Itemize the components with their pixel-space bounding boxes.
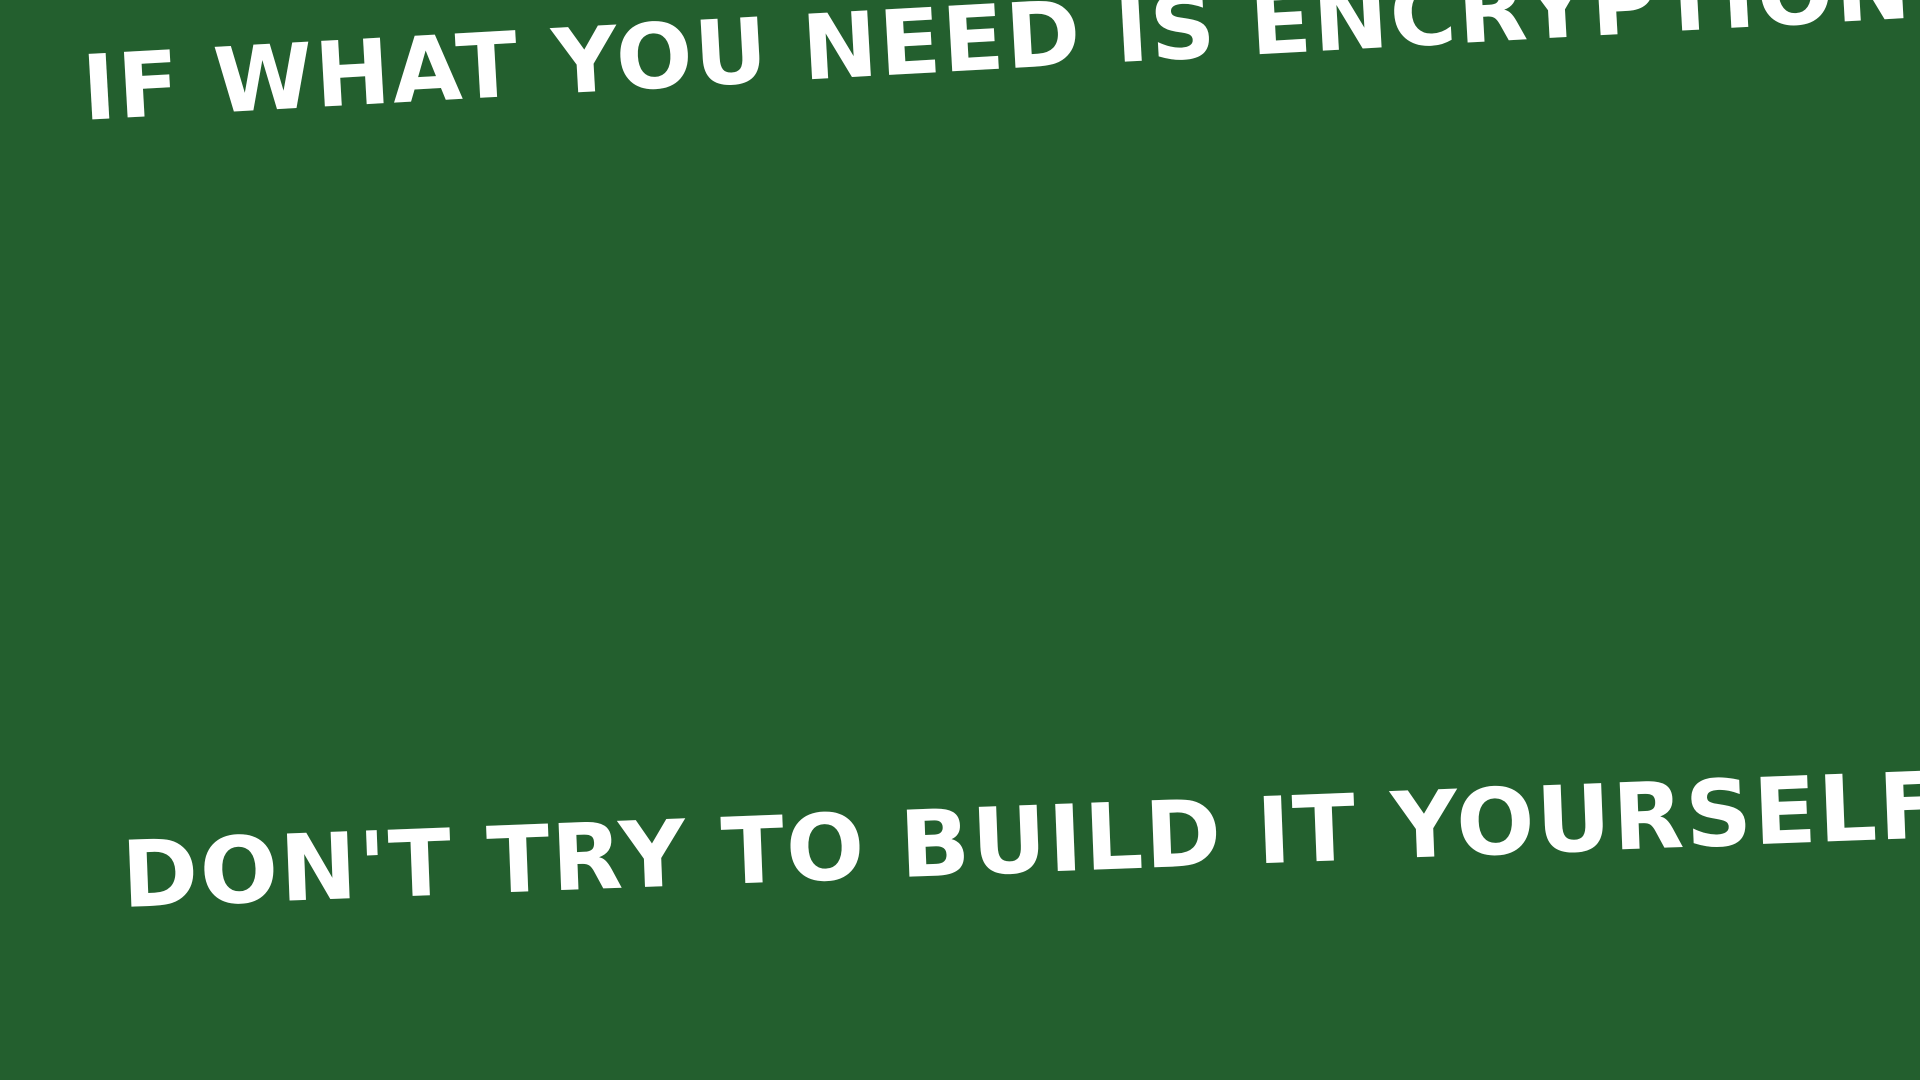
chalkboard-slide: If what you need is Encryption Don't try…: [0, 0, 1920, 1080]
headline-top: If what you need is Encryption: [79, 0, 1915, 142]
headline-bottom: Don't try to build it yourself.: [119, 751, 1920, 929]
